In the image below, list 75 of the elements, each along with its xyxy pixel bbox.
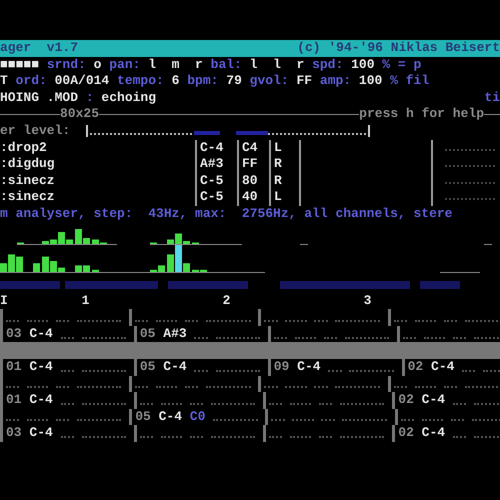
instrument-name: :digdug [0, 156, 56, 173]
status-value: HOING .MOD [0, 90, 78, 106]
status-label: : [86, 90, 94, 106]
instrument-number: 02 [398, 425, 414, 442]
status-label: amp: [320, 73, 352, 90]
volume: FF [237, 156, 269, 173]
note: C-4 [163, 358, 187, 376]
volume: 80 [237, 172, 269, 190]
note: C-4 [29, 326, 53, 342]
note: C-4 [158, 408, 182, 426]
note: C-4 [422, 392, 446, 409]
status-label: ti [484, 90, 500, 106]
channel-number: 1 [82, 292, 90, 308]
instrument-number: 09 [274, 358, 290, 376]
level-label: er level: [0, 122, 70, 140]
pan: R [269, 172, 299, 190]
note: C-4 [29, 425, 53, 442]
status-label: spd: [312, 56, 344, 74]
help-hint: press h for help [359, 106, 484, 123]
volume: C0 [190, 408, 206, 426]
row-marker: I [0, 292, 9, 310]
instrument-name: :sinecz [0, 172, 56, 190]
channel-number: 3 [364, 292, 372, 308]
pan: L [269, 189, 299, 206]
note: C-4 [297, 358, 321, 376]
instrument-name: :sinecz [0, 189, 56, 206]
volume: C4 [237, 140, 269, 156]
status-label: % = p [382, 56, 422, 74]
note: A#3 [163, 326, 187, 342]
status-value: 100 [351, 56, 374, 74]
status-value: echoing [101, 90, 156, 106]
instrument-number: 05 [140, 358, 156, 376]
status-label: tempo: [117, 73, 164, 90]
status-value: ■■■■■ [0, 56, 40, 74]
status-value: l m r [148, 56, 203, 74]
instrument-number: 01 [6, 392, 22, 409]
note: C-4 [422, 425, 446, 442]
instrument-number: 02 [408, 358, 424, 376]
screen-mode: 80x25 [60, 106, 100, 123]
status-value: T [0, 73, 8, 90]
note: C-4 [29, 392, 53, 409]
note: C-5 [195, 189, 237, 206]
instrument-number: 05 [135, 408, 151, 426]
status-value: l l r [250, 56, 304, 74]
status-label: bal: [210, 56, 242, 74]
program-title: ager v1.7 [0, 40, 78, 57]
pan: L [269, 140, 299, 156]
instrument-number: 03 [6, 425, 22, 442]
channel-number: 2 [222, 292, 230, 308]
instrument-number: 05 [140, 326, 156, 342]
pan: R [269, 156, 299, 173]
instrument-name: :drop2 [0, 140, 48, 156]
status-label: ord: [16, 73, 47, 90]
note: C-4 [195, 140, 237, 156]
note: C-4 [29, 358, 53, 376]
status-label: gvol: [250, 73, 289, 90]
analyser-caption: m analyser, step: 43Hz, max: 2756Hz, all channels, stere [0, 206, 454, 223]
status-value: o [94, 56, 102, 74]
volume: 40 [237, 189, 269, 206]
status-value: 100 [358, 73, 382, 90]
note: C-5 [195, 172, 237, 190]
status-value: FF [296, 73, 312, 90]
instrument-number: 01 [6, 358, 22, 376]
instrument-number: 03 [6, 326, 22, 342]
status-value: 6 [172, 73, 180, 90]
status-value: 00A/014 [54, 73, 110, 90]
status-label: pan: [109, 56, 140, 74]
note: C-4 [431, 358, 454, 376]
status-label: bpm: [187, 73, 218, 90]
status-value: 79 [226, 73, 242, 90]
status-label: srnd: [46, 56, 86, 74]
copyright: (c) '94-'96 Niklas Beisert [297, 40, 500, 57]
note: A#3 [195, 156, 237, 173]
status-label: % fil [390, 73, 430, 90]
instrument-number: 02 [398, 392, 414, 409]
